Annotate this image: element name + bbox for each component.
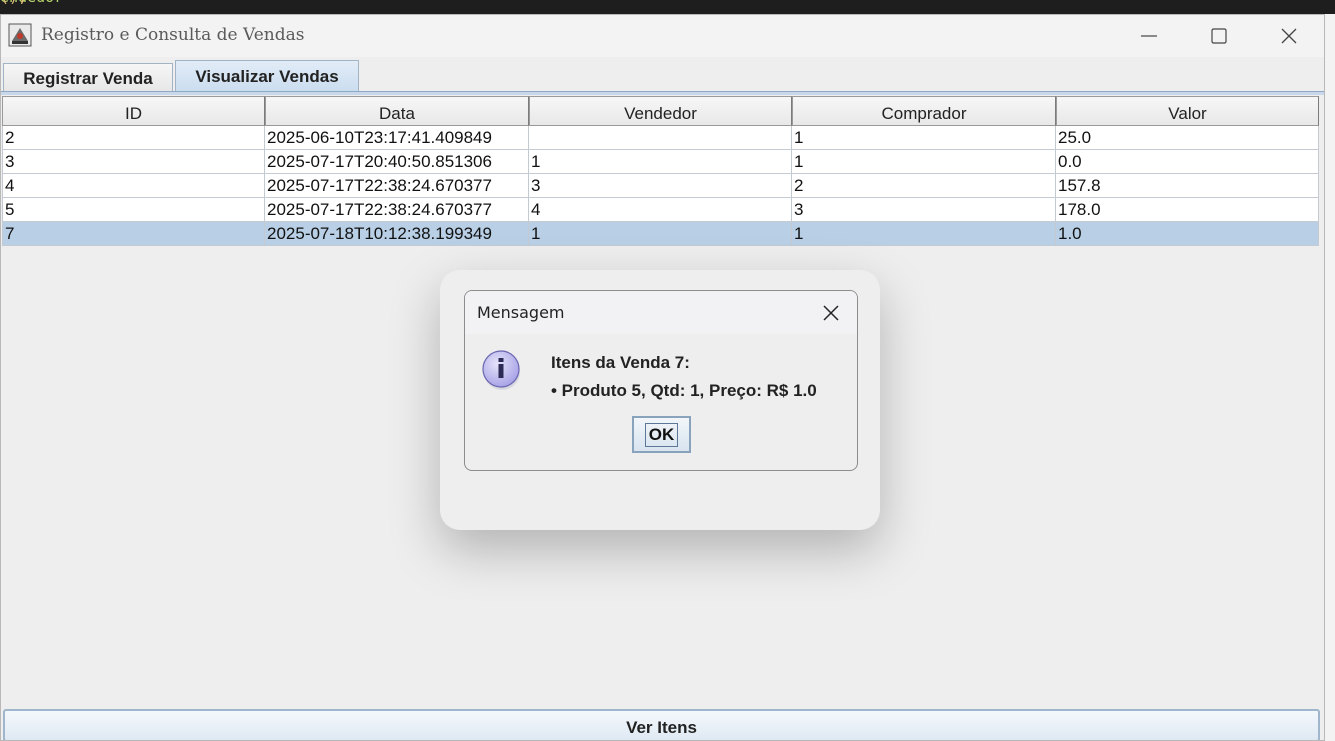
window-titlebar[interactable]: Registro e Consulta de Vendas — [1, 15, 1324, 57]
ver-itens-button[interactable]: Ver Itens — [3, 709, 1320, 740]
dialog-title: Mensagem — [477, 303, 565, 322]
close-button[interactable] — [1257, 15, 1321, 57]
sales-table: ID Data Vendedor Comprador Valor 2 2025-… — [2, 96, 1319, 246]
background-window-edge — [1325, 14, 1335, 741]
cell-id: 3 — [2, 150, 265, 174]
column-header-id[interactable]: ID — [2, 96, 265, 126]
column-header-data[interactable]: Data — [265, 96, 529, 126]
minimize-button[interactable] — [1117, 15, 1181, 57]
dialog-close-button[interactable] — [819, 301, 843, 325]
cell-vendedor: 4 — [529, 198, 792, 222]
cell-vendedor: 1 — [529, 222, 792, 246]
dialog-message-heading: Itens da Venda 7: — [551, 353, 690, 372]
tab-registrar-venda[interactable]: Registrar Venda — [3, 63, 173, 93]
dialog-message-item: • Produto 5, Qtd: 1, Preço: R$ 1.0 — [551, 381, 817, 400]
tab-visualizar-vendas[interactable]: Visualizar Vendas — [175, 60, 359, 93]
cell-valor: 0.0 — [1056, 150, 1319, 174]
table-row[interactable]: 2 2025-06-10T23:17:41.409849 1 25.0 — [2, 126, 1319, 150]
cell-comprador: 1 — [792, 150, 1056, 174]
cell-id: 7 — [2, 222, 265, 246]
cell-valor: 25.0 — [1056, 126, 1319, 150]
cell-data: 2025-07-17T20:40:50.851306 — [265, 150, 529, 174]
cell-vendedor — [529, 126, 792, 150]
cell-id: 4 — [2, 174, 265, 198]
window-title: Registro e Consulta de Vendas — [41, 25, 305, 45]
dialog-titlebar[interactable]: Mensagem — [465, 291, 857, 334]
close-icon — [1281, 28, 1297, 44]
cell-vendedor: 3 — [529, 174, 792, 198]
cell-comprador: 2 — [792, 174, 1056, 198]
maximize-button[interactable] — [1187, 15, 1251, 57]
info-icon — [482, 350, 520, 390]
cell-id: 2 — [2, 126, 265, 150]
cell-data: 2025-07-17T22:38:24.670377 — [265, 174, 529, 198]
column-header-vendedor[interactable]: Vendedor — [529, 96, 792, 126]
ok-button[interactable]: OK — [632, 416, 691, 453]
java-app-icon — [8, 23, 32, 47]
cell-id: 5 — [2, 198, 265, 222]
cell-comprador: 3 — [792, 198, 1056, 222]
tab-strip-border — [1, 91, 1324, 95]
cell-comprador: 1 — [792, 222, 1056, 246]
code-punctuation: (); — [0, 0, 27, 6]
cell-data: 2025-07-18T10:12:38.199349 — [265, 222, 529, 246]
table-row[interactable]: 5 2025-07-17T22:38:24.670377 4 3 178.0 — [2, 198, 1319, 222]
table-row[interactable]: 3 2025-07-17T20:40:50.851306 1 1 0.0 — [2, 150, 1319, 174]
column-header-comprador[interactable]: Comprador — [792, 96, 1056, 126]
cell-valor: 157.8 — [1056, 174, 1319, 198]
close-icon — [823, 305, 839, 321]
cell-data: 2025-07-17T22:38:24.670377 — [265, 198, 529, 222]
background-code-editor: endedor(); — [0, 0, 1335, 14]
table-row[interactable]: 4 2025-07-17T22:38:24.670377 3 2 157.8 — [2, 174, 1319, 198]
table-header: ID Data Vendedor Comprador Valor — [2, 96, 1319, 126]
table-row-selected[interactable]: 7 2025-07-18T10:12:38.199349 1 1 1.0 — [2, 222, 1319, 246]
cell-comprador: 1 — [792, 126, 1056, 150]
column-header-valor[interactable]: Valor — [1056, 96, 1319, 126]
maximize-icon — [1211, 28, 1227, 44]
cell-valor: 1.0 — [1056, 222, 1319, 246]
cell-vendedor: 1 — [529, 150, 792, 174]
cell-data: 2025-06-10T23:17:41.409849 — [265, 126, 529, 150]
message-dialog: Mensagem Itens da Venda 7: • Produto 5, … — [464, 290, 858, 471]
cell-valor: 178.0 — [1056, 198, 1319, 222]
minimize-icon — [1141, 35, 1157, 37]
ok-button-label: OK — [644, 422, 679, 447]
